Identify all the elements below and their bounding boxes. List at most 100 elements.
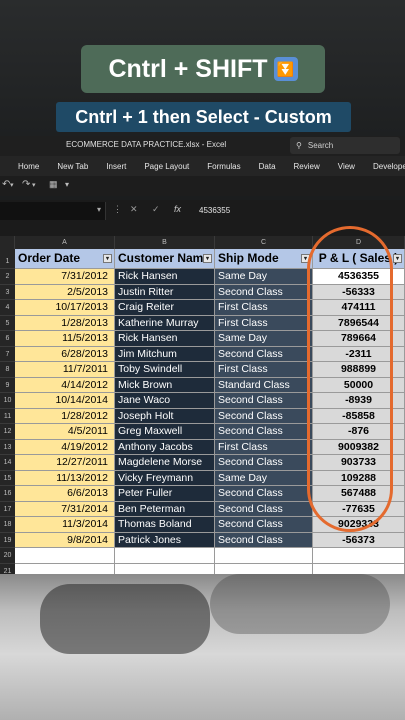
row-header[interactable]: 6 bbox=[0, 331, 15, 347]
customer-name-cell[interactable]: Jim Mitchum bbox=[115, 346, 215, 362]
customer-name-cell[interactable]: Jane Waco bbox=[115, 393, 215, 409]
row-header[interactable]: 13 bbox=[0, 439, 15, 455]
row-header[interactable]: 14 bbox=[0, 455, 15, 471]
order-date-header[interactable]: Order Date ▾ bbox=[15, 249, 115, 269]
confirm-entry-icon[interactable]: ✓ bbox=[152, 204, 160, 215]
order-date-cell[interactable]: 10/14/2014 bbox=[15, 393, 115, 409]
row-header[interactable]: 5 bbox=[0, 315, 15, 331]
customer-name-cell[interactable]: Toby Swindell bbox=[115, 362, 215, 378]
undo-dropdown-icon[interactable]: ▾ bbox=[10, 181, 14, 189]
ship-mode-cell[interactable]: First Class bbox=[215, 300, 313, 316]
row-header[interactable]: 10 bbox=[0, 393, 15, 409]
customer-name-cell[interactable]: Joseph Holt bbox=[115, 408, 215, 424]
formula-input[interactable]: 4536355 bbox=[199, 206, 230, 215]
search-box[interactable]: ⚲ Search bbox=[290, 137, 400, 154]
name-box[interactable]: ▾ bbox=[0, 202, 106, 220]
ship-mode-cell[interactable]: Same Day bbox=[215, 470, 313, 486]
redo-dropdown-icon[interactable]: ▾ bbox=[32, 181, 36, 189]
ribbon-tab-developer[interactable]: Developer bbox=[364, 162, 405, 171]
order-date-cell[interactable]: 2/5/2013 bbox=[15, 284, 115, 300]
ship-mode-cell[interactable]: First Class bbox=[215, 362, 313, 378]
order-date-cell[interactable]: 4/14/2012 bbox=[15, 377, 115, 393]
ship-mode-cell[interactable]: Second Class bbox=[215, 517, 313, 533]
customer-name-cell[interactable]: Anthony Jacobs bbox=[115, 439, 215, 455]
ribbon-tab-view[interactable]: View bbox=[329, 162, 364, 171]
row-header[interactable]: 4 bbox=[0, 300, 15, 316]
row-header[interactable]: 2 bbox=[0, 269, 15, 285]
customer-name-cell[interactable]: Magdelene Morse bbox=[115, 455, 215, 471]
ship-mode-cell[interactable]: Same Day bbox=[215, 269, 313, 285]
ribbon-tab-data[interactable]: Data bbox=[250, 162, 285, 171]
order-date-cell[interactable]: 4/19/2012 bbox=[15, 439, 115, 455]
customer-name-cell[interactable]: Rick Hansen bbox=[115, 331, 215, 347]
empty-cell[interactable] bbox=[15, 563, 115, 574]
order-date-cell[interactable]: 10/17/2013 bbox=[15, 300, 115, 316]
customer-name-cell[interactable]: Thomas Boland bbox=[115, 517, 215, 533]
customer-name-cell[interactable]: Ben Peterman bbox=[115, 501, 215, 517]
customer-name-cell[interactable]: Craig Reiter bbox=[115, 300, 215, 316]
row-header[interactable]: 18 bbox=[0, 517, 15, 533]
order-date-cell[interactable]: 4/5/2011 bbox=[15, 424, 115, 440]
ribbon-tab-home[interactable]: Home bbox=[0, 162, 48, 171]
order-date-cell[interactable]: 7/31/2014 bbox=[15, 501, 115, 517]
empty-cell[interactable] bbox=[313, 563, 405, 574]
cancel-entry-icon[interactable]: ✕ bbox=[130, 204, 138, 215]
ship-mode-header[interactable]: Ship Mode ▾ bbox=[215, 249, 313, 269]
column-header-a[interactable]: A bbox=[15, 236, 115, 249]
ribbon-tab-page-layout[interactable]: Page Layout bbox=[135, 162, 198, 171]
select-all-corner[interactable] bbox=[0, 236, 15, 249]
order-date-cell[interactable]: 7/31/2012 bbox=[15, 269, 115, 285]
ship-mode-cell[interactable]: Second Class bbox=[215, 284, 313, 300]
save-icon[interactable]: ▦ bbox=[49, 179, 58, 190]
order-date-cell[interactable]: 9/8/2014 bbox=[15, 532, 115, 548]
ship-mode-cell[interactable]: Second Class bbox=[215, 532, 313, 548]
order-date-cell[interactable]: 12/27/2011 bbox=[15, 455, 115, 471]
ship-mode-cell[interactable]: Second Class bbox=[215, 424, 313, 440]
row-header[interactable]: 12 bbox=[0, 424, 15, 440]
row-header[interactable]: 19 bbox=[0, 532, 15, 548]
row-header[interactable]: 15 bbox=[0, 470, 15, 486]
ship-mode-cell[interactable]: Same Day bbox=[215, 331, 313, 347]
row-header[interactable]: 7 bbox=[0, 346, 15, 362]
customer-name-cell[interactable]: Katherine Murray bbox=[115, 315, 215, 331]
column-header-c[interactable]: C bbox=[215, 236, 313, 249]
row-header[interactable]: 1 bbox=[0, 249, 15, 269]
pl-sales-cell[interactable]: -56373 bbox=[313, 532, 405, 548]
order-date-cell[interactable]: 1/28/2013 bbox=[15, 315, 115, 331]
customer-name-cell[interactable]: Vicky Freymann bbox=[115, 470, 215, 486]
filter-dropdown-icon[interactable]: ▾ bbox=[103, 254, 112, 263]
customer-name-cell[interactable]: Peter Fuller bbox=[115, 486, 215, 502]
redo-icon[interactable]: ↷ bbox=[22, 179, 30, 190]
empty-cell[interactable] bbox=[215, 563, 313, 574]
row-header[interactable]: 11 bbox=[0, 408, 15, 424]
ship-mode-cell[interactable]: Second Class bbox=[215, 346, 313, 362]
ribbon-tab-formulas[interactable]: Formulas bbox=[198, 162, 249, 171]
customize-toolbar-icon[interactable]: ▾ bbox=[65, 180, 69, 189]
ship-mode-cell[interactable]: Second Class bbox=[215, 486, 313, 502]
empty-cell[interactable] bbox=[215, 548, 313, 564]
order-date-cell[interactable]: 11/3/2014 bbox=[15, 517, 115, 533]
customer-name-cell[interactable]: Justin Ritter bbox=[115, 284, 215, 300]
row-header[interactable]: 9 bbox=[0, 377, 15, 393]
order-date-cell[interactable]: 1/28/2012 bbox=[15, 408, 115, 424]
ship-mode-cell[interactable]: Second Class bbox=[215, 393, 313, 409]
empty-cell[interactable] bbox=[15, 548, 115, 564]
order-date-cell[interactable]: 11/7/2011 bbox=[15, 362, 115, 378]
ribbon-tab-insert[interactable]: Insert bbox=[97, 162, 135, 171]
ship-mode-cell[interactable]: First Class bbox=[215, 315, 313, 331]
row-header[interactable]: 20 bbox=[0, 548, 15, 564]
name-box-dropdown-icon[interactable]: ▾ bbox=[97, 205, 101, 214]
empty-cell[interactable] bbox=[115, 548, 215, 564]
customer-name-cell[interactable]: Mick Brown bbox=[115, 377, 215, 393]
order-date-cell[interactable]: 11/13/2012 bbox=[15, 470, 115, 486]
ribbon-tab-review[interactable]: Review bbox=[285, 162, 329, 171]
order-date-cell[interactable]: 11/5/2013 bbox=[15, 331, 115, 347]
ship-mode-cell[interactable]: Standard Class bbox=[215, 377, 313, 393]
customer-name-cell[interactable]: Rick Hansen bbox=[115, 269, 215, 285]
row-header[interactable]: 21 bbox=[0, 563, 15, 574]
filter-dropdown-icon[interactable]: ▾ bbox=[203, 254, 212, 263]
ship-mode-cell[interactable]: Second Class bbox=[215, 455, 313, 471]
order-date-cell[interactable]: 6/28/2013 bbox=[15, 346, 115, 362]
row-header[interactable]: 16 bbox=[0, 486, 15, 502]
filter-dropdown-icon[interactable]: ▾ bbox=[393, 254, 402, 263]
